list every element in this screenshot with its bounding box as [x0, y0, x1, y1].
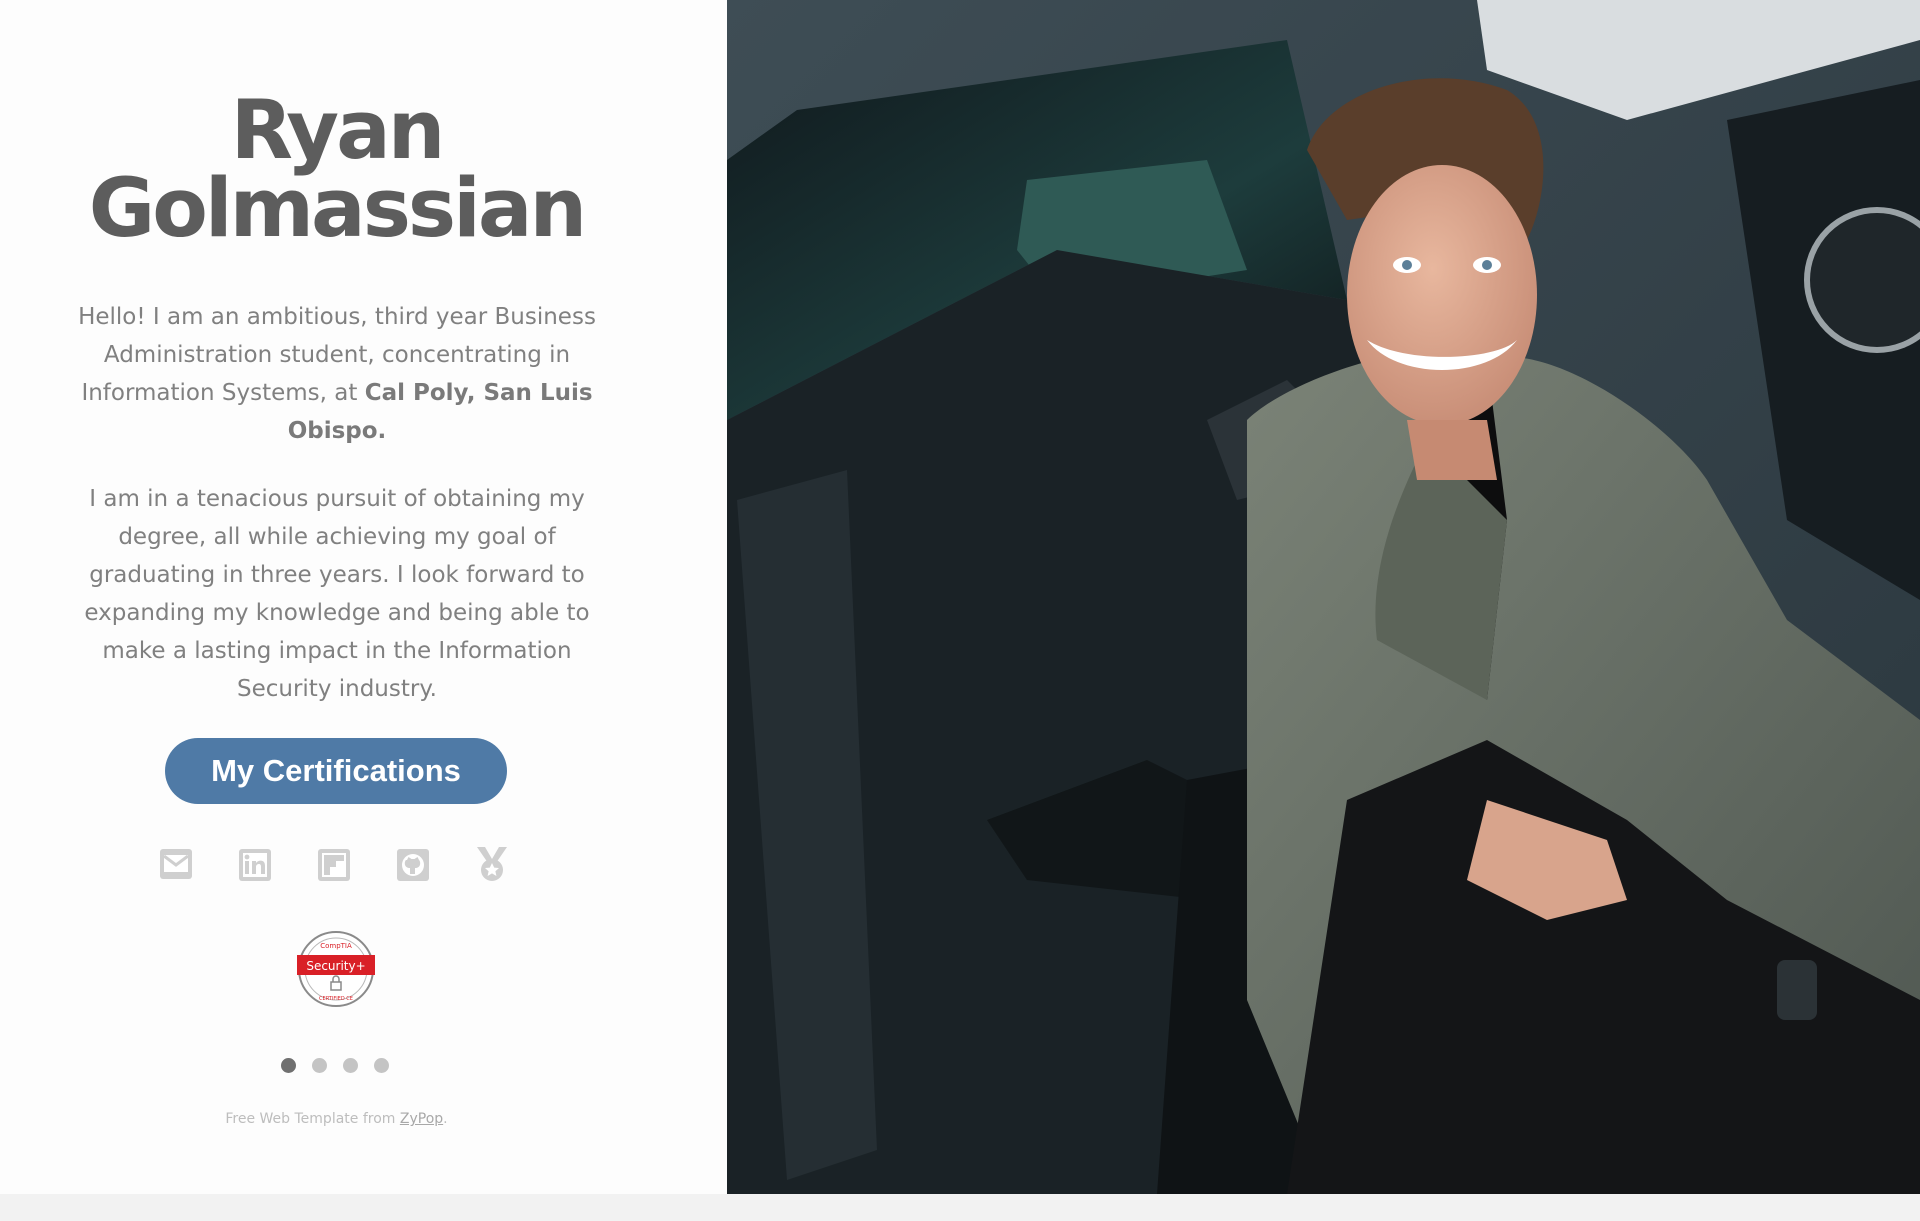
last-name: Golmassian	[88, 162, 587, 256]
comptia-security-plus-badge[interactable]: CompTIA Security+ CERTIFIED CE	[295, 930, 377, 1008]
social-links	[155, 843, 517, 885]
linkedin-icon[interactable]	[234, 843, 276, 885]
flipboard-icon[interactable]	[313, 843, 355, 885]
slider-dots	[281, 1058, 393, 1074]
slide-dot-2[interactable]	[312, 1058, 327, 1073]
slide-dot-1[interactable]	[281, 1058, 296, 1073]
bio-paragraph-1: Hello! I am an ambitious, third year Bus…	[72, 298, 602, 450]
mail-icon[interactable]	[155, 843, 197, 885]
profile-panel: Ryan Golmassian Hello! I am an ambitious…	[0, 0, 727, 1194]
zypop-link[interactable]: ZyPop	[400, 1111, 443, 1127]
footer-text: Free Web Template from	[225, 1111, 400, 1127]
my-certifications-button[interactable]: My Certifications	[165, 738, 507, 804]
page-bottom-strip	[0, 1194, 1920, 1221]
footer-suffix: .	[443, 1111, 448, 1127]
slide-dot-3[interactable]	[343, 1058, 358, 1073]
footer-credit: Free Web Template from ZyPop.	[0, 1111, 673, 1127]
profile-photo	[727, 0, 1920, 1194]
slide-dot-4[interactable]	[374, 1058, 389, 1073]
badge-bottom-text: CERTIFIED CE	[319, 996, 353, 1002]
bio-paragraph-2: I am in a tenacious pursuit of obtaining…	[84, 486, 590, 702]
badge-label: Security+	[306, 959, 365, 973]
badge-top-text: CompTIA	[320, 942, 352, 950]
profile-name: Ryan Golmassian	[0, 84, 673, 256]
medal-icon[interactable]	[471, 843, 513, 885]
page: Ryan Golmassian Hello! I am an ambitious…	[0, 0, 1920, 1221]
github-icon[interactable]	[392, 843, 434, 885]
first-name: Ryan	[230, 84, 446, 178]
